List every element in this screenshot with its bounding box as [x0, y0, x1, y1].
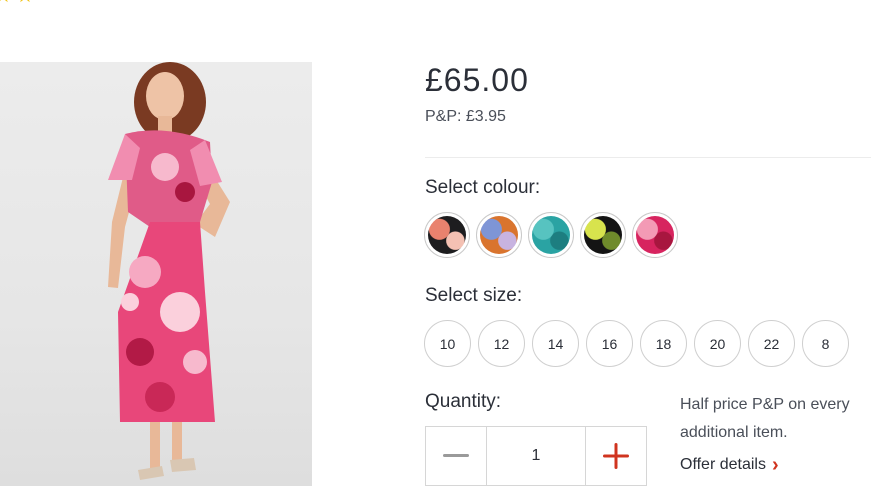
size-option-18[interactable]: 18 — [640, 320, 687, 367]
quantity-label: Quantity: — [425, 391, 502, 412]
decrease-quantity-button[interactable] — [426, 427, 487, 485]
swatch-pattern — [584, 216, 622, 254]
colour-swatch-teal[interactable] — [528, 212, 574, 258]
divider — [425, 157, 871, 158]
quantity-value[interactable]: 1 — [487, 427, 585, 485]
minus-icon — [443, 454, 469, 457]
swatch-pattern — [480, 216, 518, 254]
star-icon: ★ — [16, 0, 34, 6]
offer-details-link[interactable]: Offer details › — [680, 454, 779, 476]
star-icon: ★ — [0, 0, 12, 6]
size-option-14[interactable]: 14 — [532, 320, 579, 367]
chevron-right-icon: › — [771, 454, 779, 476]
swatch-pattern — [428, 216, 466, 254]
colour-swatch-black-floral[interactable] — [424, 212, 470, 258]
postage-price: P&P: £3.95 — [425, 108, 506, 125]
plus-icon — [603, 443, 629, 469]
size-option-8[interactable]: 8 — [802, 320, 849, 367]
pp-offer-text: Half price P&P on every additional item. — [680, 391, 871, 447]
offer-line-2: additional item. — [680, 424, 788, 441]
model-illustration — [108, 62, 230, 480]
swatch-pattern — [636, 216, 674, 254]
size-option-12[interactable]: 12 — [478, 320, 525, 367]
product-image[interactable] — [0, 62, 312, 486]
colour-swatch-orange-blue[interactable] — [476, 212, 522, 258]
rating-stars: ★ ★ — [0, 0, 34, 6]
size-option-16[interactable]: 16 — [586, 320, 633, 367]
swatch-pattern — [532, 216, 570, 254]
colour-swatch-pink[interactable] — [632, 212, 678, 258]
size-option-22[interactable]: 22 — [748, 320, 795, 367]
increase-quantity-button[interactable] — [585, 427, 646, 485]
colour-swatches — [424, 212, 678, 258]
quantity-stepper: 1 — [425, 426, 647, 486]
size-options: 10 12 14 16 18 20 22 8 — [424, 320, 849, 367]
size-label: Select size: — [425, 285, 523, 306]
size-option-10[interactable]: 10 — [424, 320, 471, 367]
offer-line-1: Half price P&P on every — [680, 396, 850, 413]
size-option-20[interactable]: 20 — [694, 320, 741, 367]
product-price: £65.00 — [425, 62, 529, 98]
colour-label: Select colour: — [425, 177, 541, 198]
offer-details-label: Offer details — [680, 456, 766, 473]
colour-swatch-black-yellow[interactable] — [580, 212, 626, 258]
